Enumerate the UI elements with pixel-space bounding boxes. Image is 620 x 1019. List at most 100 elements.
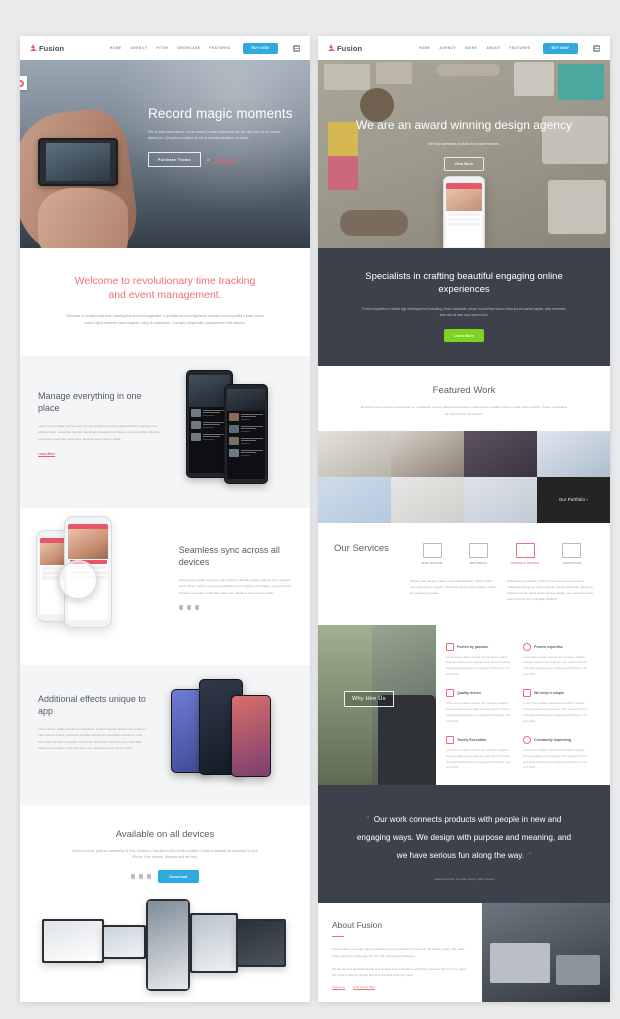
buy-now-button[interactable]: BUY NOW — [542, 42, 578, 54]
square-icon — [446, 736, 454, 745]
service-web-design[interactable]: WEB DESIGN — [410, 542, 454, 565]
feature-3-title: Additional effects unique to app — [38, 693, 146, 716]
nav-item-features[interactable]: FEATURES — [209, 46, 230, 50]
hero-title: Record magic moments — [148, 106, 293, 121]
devices-os-icons — [131, 874, 152, 880]
why-item-title: Quality driven — [457, 691, 481, 696]
nav-item-work[interactable]: WORK — [465, 46, 477, 50]
purchase-theme-button[interactable]: Purchase Theme — [148, 152, 201, 168]
welcome-section: Welcome to revolutionary time tracking a… — [20, 248, 310, 356]
gear-icon — [523, 736, 531, 745]
drop-icon — [523, 689, 531, 698]
services-icons[interactable]: WEB DESIGN BRANDING GRAPHIC DESIGN ANIMA… — [410, 542, 594, 565]
left-website-preview[interactable]: Fusion HOME AGENCY PITCH SHOWCASE FEATUR… — [20, 36, 310, 1002]
nav-item-features[interactable]: FEATURES — [509, 46, 530, 50]
feature-seamless-sync: Seamless sync across all devices Lorem i… — [20, 507, 310, 665]
why-item-body: Lorem ipsum dollar eveniet nec hendrerit… — [523, 701, 588, 723]
apple-icon — [131, 874, 136, 880]
testimonial-attribution: - Edward Smith, Founder &amp; CEO, Fusio… — [433, 876, 495, 881]
corner-badge[interactable] — [20, 76, 27, 90]
brand-name: Fusion — [337, 43, 363, 53]
feature-2-title: Seamless sync across all devices — [178, 544, 280, 567]
windows-icon — [194, 605, 199, 611]
find-us-on-map-link[interactable]: Find Us on Map — [353, 985, 375, 989]
follow-us-link[interactable]: Follow us — [332, 985, 345, 989]
fusion-logo-icon — [328, 44, 335, 52]
service-branding[interactable]: BRANDING — [457, 542, 501, 565]
right-nav-links[interactable]: HOME AGENCY WORK ABOUT FEATURES BUY NOW — [419, 42, 600, 54]
portfolio-tile-brochure[interactable] — [391, 476, 464, 523]
watch-video-link[interactable]: Watch Video — [216, 158, 236, 162]
hero-actions: Purchase Theme or Watch Video — [148, 152, 296, 168]
left-brand-logo[interactable]: Fusion — [30, 44, 64, 53]
buy-now-button[interactable]: BUY NOW — [242, 42, 278, 54]
featured-work-body: Morbi hec risus porta ac consectetur ac,… — [360, 405, 568, 416]
why-item-body: Lorem ipsum dollar eveniet nec hendrerit… — [523, 748, 588, 770]
about-body-1: Fusion Labs is a design agency founded i… — [332, 947, 465, 958]
about-title: About Fusion — [332, 919, 383, 930]
windows-icon — [147, 874, 152, 880]
why-hire-us-photo: Why Hire Us — [318, 624, 436, 785]
services-content: WEB DESIGN BRANDING GRAPHIC DESIGN ANIMA… — [410, 542, 594, 603]
nav-item-home[interactable]: HOME — [110, 46, 122, 50]
available-devices-section: Available on all devices Morbi nec risus… — [20, 804, 310, 1002]
service-label: GRAPHIC DESIGN — [511, 561, 540, 565]
learn-more-button[interactable]: Learn More — [443, 329, 485, 343]
nav-item-pitch[interactable]: PITCH — [156, 46, 168, 50]
portfolio-tile-stationery[interactable] — [318, 430, 391, 477]
close-quote-icon: ” — [528, 850, 532, 860]
left-nav-links[interactable]: HOME AGENCY PITCH SHOWCASE FEATURES BUY … — [110, 42, 300, 54]
right-brand-logo[interactable]: Fusion — [328, 44, 362, 53]
nav-item-home[interactable]: HOME — [419, 46, 431, 50]
service-graphic-design[interactable]: GRAPHIC DESIGN — [503, 542, 547, 565]
devices-actions: Download — [40, 870, 290, 884]
why-item-title: Fueled by passion — [457, 644, 489, 649]
grid-icon[interactable] — [593, 44, 600, 52]
right-website-preview[interactable]: Fusion HOME AGENCY WORK ABOUT FEATURES B… — [318, 36, 610, 1002]
our-portfolio-label: Our Portfolio › — [558, 497, 589, 503]
why-item-body: Lorem ipsum dollar eveniet nec hendrerit… — [446, 748, 511, 770]
devices-body: Morbi nec risus, porta ac consectetur at… — [72, 848, 258, 860]
nav-item-agency[interactable]: AGENCY — [130, 46, 147, 50]
portfolio-tile-our-portfolio[interactable]: Our Portfolio › — [537, 476, 610, 523]
why-item: Fueled by passion Lorem ipsum dollar eve… — [446, 637, 523, 684]
left-navbar[interactable]: Fusion HOME AGENCY PITCH SHOWCASE FEATUR… — [20, 36, 310, 60]
feature-2-mockup — [20, 508, 171, 665]
share-icon — [446, 642, 454, 651]
phone-mockup-front — [223, 383, 268, 484]
about-body-2: We are fond of beautiful design and smoo… — [332, 966, 468, 978]
service-label: BRANDING — [470, 561, 488, 565]
portfolio-tile-pencil-case[interactable] — [464, 476, 537, 523]
nav-item-showcase[interactable]: SHOWCASE — [177, 46, 200, 50]
chart-icon — [562, 542, 582, 558]
about-links[interactable]: Follow us Find Us on Map — [332, 985, 468, 989]
service-animation[interactable]: ANIMATION — [550, 542, 594, 565]
apple-icon — [178, 605, 183, 611]
why-item: Quality driven Lorem ipsum dollar evenie… — [446, 683, 523, 730]
open-quote-icon: “ — [366, 814, 370, 824]
services-body-right: Pellentesque habitant morbi tristique se… — [507, 578, 594, 602]
featured-work-section: Featured Work Morbi hec risus porta ac c… — [318, 366, 610, 431]
nav-item-agency[interactable]: AGENCY — [439, 46, 456, 50]
portfolio-tile-website[interactable] — [537, 430, 610, 477]
devices-mockup-stage — [40, 889, 290, 1002]
screenshot-canvas: Fusion HOME AGENCY PITCH SHOWCASE FEATUR… — [0, 0, 620, 1019]
desktop-mockup — [102, 925, 146, 960]
service-label: ANIMATION — [562, 561, 582, 565]
devices-title: Available on all devices — [115, 828, 215, 840]
view-work-button[interactable]: View Work — [443, 156, 485, 171]
grid-icon[interactable] — [293, 44, 300, 52]
portfolio-tile-notebook[interactable] — [318, 476, 391, 523]
download-button[interactable]: Download — [158, 870, 199, 884]
portfolio-grid[interactable]: Our Portfolio › — [318, 430, 610, 523]
left-hero: Record magic moments Per eu iisq consect… — [20, 60, 310, 248]
nav-item-about[interactable]: ABOUT — [486, 46, 500, 50]
why-item-title: Constantly Improving — [534, 738, 571, 743]
feature-1-title: Manage everything in one place — [38, 390, 142, 413]
why-item-title: Timely Execution — [457, 738, 487, 743]
feature-1-learn-more-link[interactable]: Learn More — [38, 452, 55, 456]
portfolio-tile-tshirt[interactable] — [464, 430, 537, 477]
magnifier-icon — [58, 559, 98, 600]
right-navbar[interactable]: Fusion HOME AGENCY WORK ABOUT FEATURES B… — [318, 36, 610, 60]
portfolio-tile-poster[interactable] — [391, 430, 464, 477]
